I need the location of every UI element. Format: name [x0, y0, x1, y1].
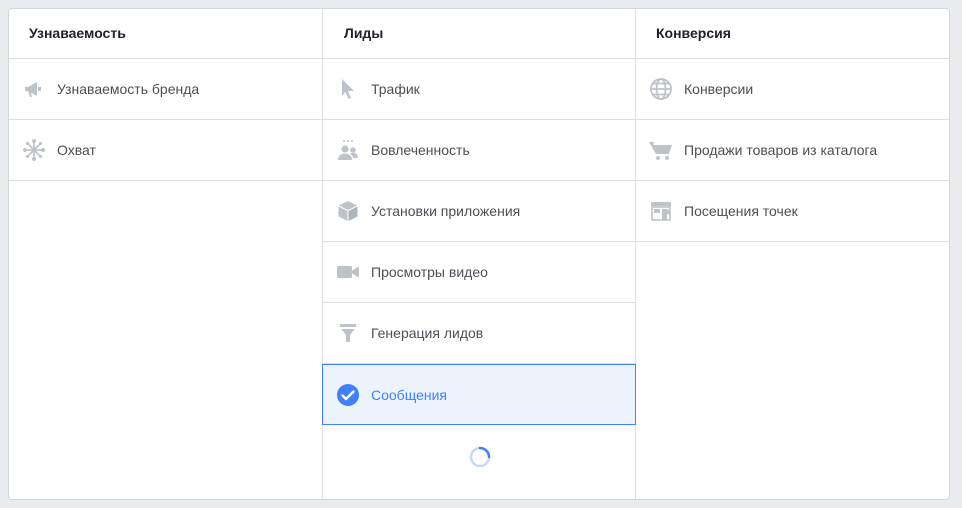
- objective-app-installs[interactable]: Установки приложения: [323, 181, 635, 242]
- objective-label: Просмотры видео: [371, 264, 488, 280]
- shopping-cart-icon: [648, 137, 674, 163]
- objective-conversions[interactable]: Конверсии: [636, 59, 949, 120]
- objective-messages[interactable]: Сообщения: [322, 364, 636, 425]
- column-awareness: Узнаваемость Узнаваемость бренда Охват: [9, 9, 322, 499]
- objective-label: Вовлеченность: [371, 142, 470, 158]
- objective-catalog-sales[interactable]: Продажи товаров из каталога: [636, 120, 949, 181]
- objective-label: Конверсии: [684, 81, 754, 97]
- column-leads: Лиды Трафик Вовлеченность Установки прил…: [322, 9, 636, 499]
- objective-lead-generation[interactable]: Генерация лидов: [323, 303, 635, 364]
- objective-label: Посещения точек: [684, 203, 798, 219]
- objective-store-visits[interactable]: Посещения точек: [636, 181, 949, 242]
- objective-label: Трафик: [371, 81, 420, 97]
- store-icon: [648, 198, 674, 224]
- column-conversion: Конверсия Конверсии Продажи товаров из к…: [636, 9, 949, 499]
- cursor-icon: [335, 76, 361, 102]
- objective-engagement[interactable]: Вовлеченность: [323, 120, 635, 181]
- megaphone-icon: [21, 76, 47, 102]
- globe-icon: [648, 76, 674, 102]
- objective-label: Генерация лидов: [371, 325, 484, 341]
- column-header-conversion: Конверсия: [636, 9, 949, 59]
- objective-picker-card: Узнаваемость Узнаваемость бренда Охват Л…: [8, 8, 950, 500]
- checkmark-circle-icon: [335, 382, 361, 408]
- objective-reach[interactable]: Охват: [9, 120, 322, 181]
- objective-label: Охват: [57, 142, 96, 158]
- objective-label: Продажи товаров из каталога: [684, 142, 878, 158]
- objective-label: Установки приложения: [371, 203, 521, 219]
- people-icon: [335, 137, 361, 163]
- loading-spinner-icon: [469, 446, 491, 468]
- objective-brand-awareness[interactable]: Узнаваемость бренда: [9, 59, 322, 120]
- cube-icon: [335, 198, 361, 224]
- column-header-awareness: Узнаваемость: [9, 9, 322, 59]
- objective-video-views[interactable]: Просмотры видео: [323, 242, 635, 303]
- objective-label: Узнаваемость бренда: [57, 81, 200, 97]
- column-header-leads: Лиды: [323, 9, 635, 59]
- funnel-icon: [335, 320, 361, 346]
- objective-traffic[interactable]: Трафик: [323, 59, 635, 120]
- video-camera-icon: [335, 259, 361, 285]
- reach-icon: [21, 137, 47, 163]
- objective-label: Сообщения: [371, 386, 447, 403]
